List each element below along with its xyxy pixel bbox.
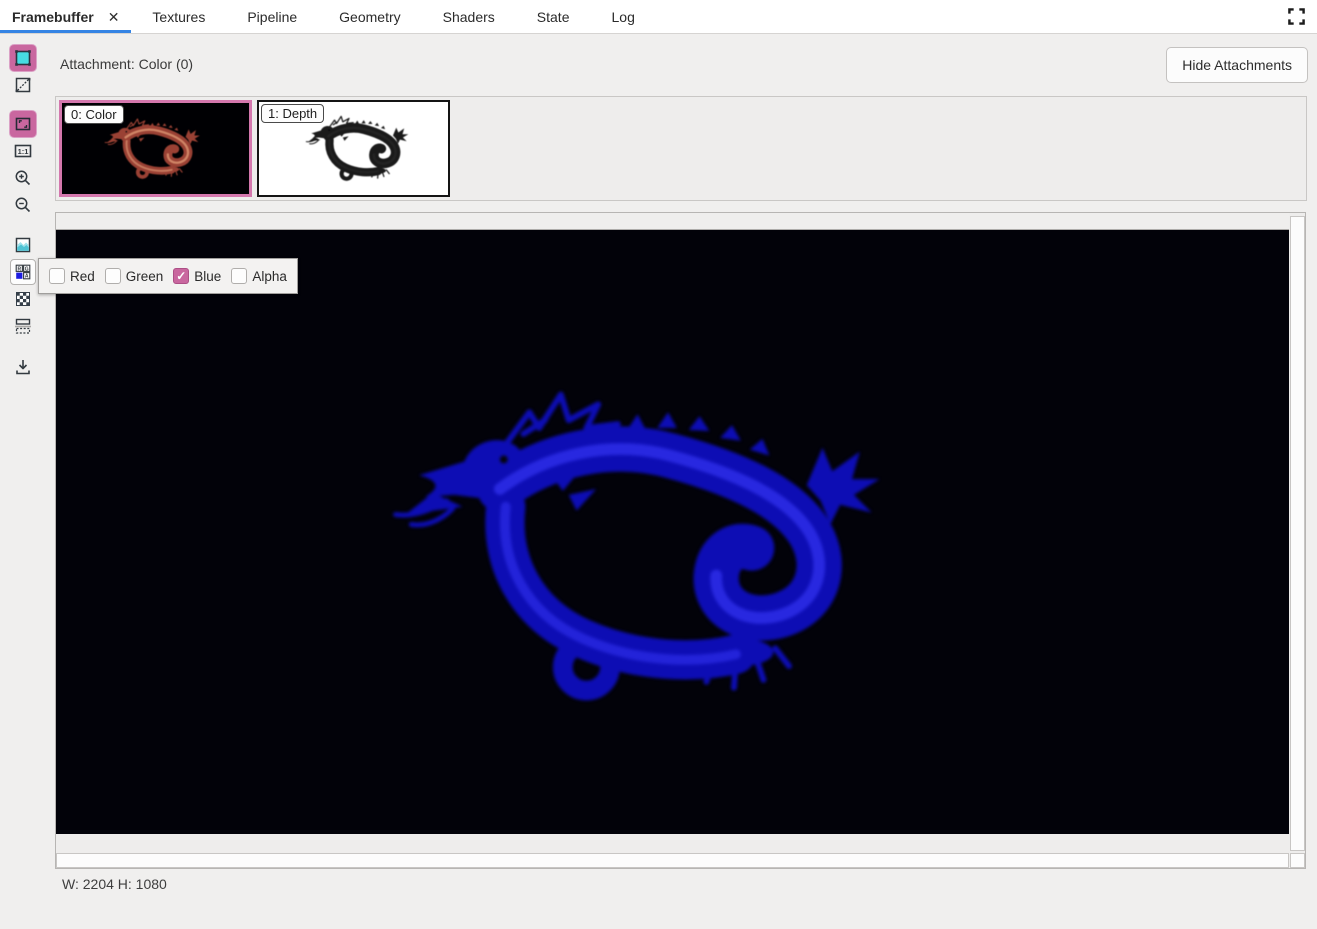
channels-button[interactable]: R G A: [10, 259, 36, 285]
tab-textures[interactable]: Textures: [131, 0, 226, 33]
color-swatch-icon: [13, 48, 33, 68]
channel-alpha-checkbox[interactable]: ✓: [231, 268, 247, 284]
channel-green-checkbox[interactable]: ✓: [105, 268, 121, 284]
alpha-checkerboard-button[interactable]: [10, 286, 36, 312]
zoom-out-icon: [13, 195, 33, 215]
tab-log[interactable]: Log: [591, 0, 656, 33]
channel-green[interactable]: ✓ Green: [105, 268, 164, 284]
horizontal-scrollbar[interactable]: [56, 853, 1289, 868]
framebuffer-viewport: [55, 212, 1306, 869]
channel-red-checkbox[interactable]: ✓: [49, 268, 65, 284]
tab-label: Pipeline: [247, 9, 297, 25]
check-icon: ✓: [176, 270, 186, 282]
histogram-button[interactable]: [10, 232, 36, 258]
close-tab-icon[interactable]: ✕: [108, 10, 120, 24]
attachment-thumbnail-color[interactable]: 0: Color: [59, 100, 252, 197]
tab-label: Log: [612, 9, 635, 25]
channel-selector-overlay: ✓ Red ✓ Green ✓ Blue ✓ Alpha: [38, 258, 298, 294]
tab-label: Geometry: [339, 9, 400, 25]
save-image-icon: [13, 357, 33, 377]
svg-text:R: R: [17, 266, 21, 272]
channel-green-label: Green: [126, 269, 164, 284]
scrollbar-corner: [1290, 853, 1305, 868]
flip-image-icon: [13, 316, 33, 336]
channel-blue-checkbox[interactable]: ✓: [173, 268, 189, 284]
hide-attachments-label: Hide Attachments: [1182, 57, 1292, 73]
diagonal-compare-button[interactable]: [10, 72, 36, 98]
tab-shaders[interactable]: Shaders: [422, 0, 516, 33]
tab-label: Textures: [152, 9, 205, 25]
attachment-thumbnail-depth[interactable]: 1: Depth: [257, 100, 450, 197]
histogram-icon: [13, 235, 33, 255]
channel-red-label: Red: [70, 269, 95, 284]
save-image-button[interactable]: [10, 354, 36, 380]
color-attachment-preview: [96, 114, 208, 181]
channel-alpha[interactable]: ✓ Alpha: [231, 268, 287, 284]
svg-text:A: A: [25, 274, 29, 280]
attachment-label-chip: 0: Color: [64, 105, 124, 124]
hide-attachments-button[interactable]: Hide Attachments: [1166, 47, 1308, 83]
zoom-out-button[interactable]: [10, 192, 36, 218]
tab-label: State: [537, 9, 570, 25]
tab-framebuffer[interactable]: Framebuffer ✕: [0, 0, 131, 33]
zoom-in-button[interactable]: [10, 165, 36, 191]
zoom-in-icon: [13, 168, 33, 188]
framebuffer-viewer-window: Framebuffer ✕ Textures Pipeline Geometry…: [0, 0, 1317, 929]
channels-icon: R G A: [13, 262, 33, 282]
fullscreen-button[interactable]: [1288, 0, 1305, 33]
channel-alpha-label: Alpha: [252, 269, 287, 284]
fit-to-window-button[interactable]: [10, 111, 36, 137]
alpha-checkerboard-icon: [13, 289, 33, 309]
vertical-scrollbar[interactable]: [1290, 216, 1305, 851]
svg-text:G: G: [25, 266, 29, 272]
tab-state[interactable]: State: [516, 0, 591, 33]
color-swatch-button[interactable]: [10, 45, 36, 71]
tab-geometry[interactable]: Geometry: [318, 0, 421, 33]
image-dimensions-status: W: 2204 H: 1080: [62, 876, 167, 892]
channel-red[interactable]: ✓ Red: [49, 268, 95, 284]
svg-text:1:1: 1:1: [18, 147, 29, 156]
tab-bar: Framebuffer ✕ Textures Pipeline Geometry…: [0, 0, 1317, 34]
attachments-panel: 0: Color 1: Depth: [55, 96, 1307, 201]
fullscreen-icon: [1288, 8, 1305, 25]
tab-label: Shaders: [443, 9, 495, 25]
attachment-label-chip: 1: Depth: [261, 104, 324, 123]
tab-label: Framebuffer: [12, 9, 94, 25]
attachment-header-label: Attachment: Color (0): [60, 56, 193, 72]
viewport-top-strip: [56, 213, 1289, 230]
framebuffer-image-canvas[interactable]: [56, 230, 1289, 834]
channel-blue[interactable]: ✓ Blue: [173, 268, 221, 284]
actual-size-button[interactable]: 1:1: [10, 138, 36, 164]
tab-pipeline[interactable]: Pipeline: [226, 0, 318, 33]
channel-blue-label: Blue: [194, 269, 221, 284]
diagonal-compare-icon: [13, 75, 33, 95]
actual-size-icon: 1:1: [13, 141, 33, 161]
framebuffer-image-blue-channel: [389, 369, 882, 713]
fit-to-window-icon: [13, 114, 33, 134]
flip-image-button[interactable]: [10, 313, 36, 339]
